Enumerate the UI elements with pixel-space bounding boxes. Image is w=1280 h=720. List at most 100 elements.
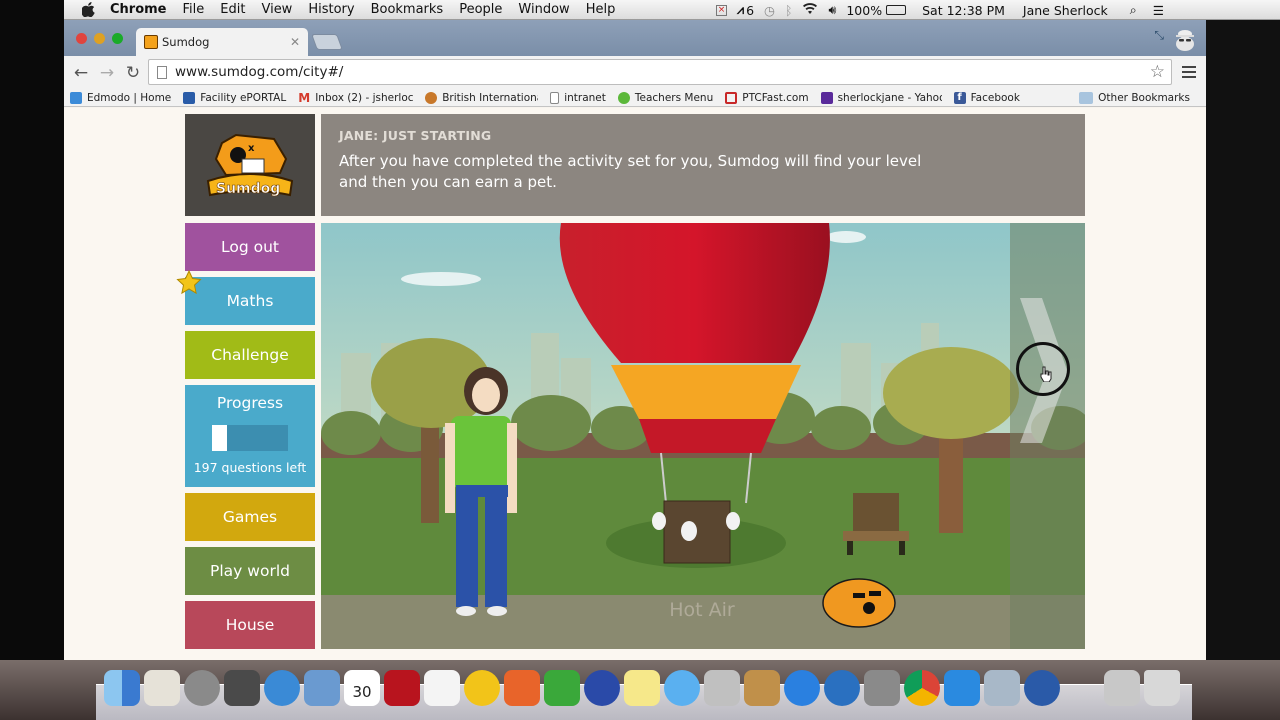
bluetooth-icon[interactable]: ᛒ bbox=[785, 3, 793, 18]
chrome-menu-icon[interactable] bbox=[1182, 66, 1196, 78]
folder-icon bbox=[1079, 92, 1094, 104]
stickies-icon[interactable] bbox=[624, 670, 660, 706]
challenge-button[interactable]: Challenge bbox=[185, 331, 315, 379]
facetime-icon[interactable] bbox=[704, 670, 740, 706]
tab-close-icon[interactable]: ✕ bbox=[290, 35, 300, 49]
mail-icon[interactable] bbox=[304, 670, 340, 706]
school-crest-icon bbox=[425, 92, 438, 104]
menu-window[interactable]: Window bbox=[518, 2, 569, 17]
video-letterbox-left bbox=[0, 0, 64, 720]
svg-text:x: x bbox=[248, 143, 255, 154]
bookmark-yahoo-mail[interactable]: sherlockjane - Yahoo bbox=[820, 92, 942, 104]
adobe-count: 6 bbox=[746, 2, 755, 18]
menu-bookmarks[interactable]: Bookmarks bbox=[371, 2, 444, 17]
finder-icon[interactable] bbox=[104, 670, 140, 706]
status-close-icon[interactable]: × bbox=[716, 4, 728, 16]
play-world-scene[interactable]: Hot Air bbox=[321, 223, 1085, 649]
logout-button[interactable]: Log out bbox=[185, 223, 315, 271]
bookmark-intranet[interactable]: intranet bbox=[550, 92, 606, 104]
bookmark-star-icon[interactable]: ☆ bbox=[1150, 62, 1165, 82]
tab-strip: Sumdog ✕ ⤡ bbox=[64, 20, 1206, 56]
zoom-window-button[interactable] bbox=[112, 33, 123, 44]
sumdog-logo[interactable]: x Sumdog bbox=[185, 114, 315, 216]
menu-history[interactable]: History bbox=[308, 2, 354, 17]
bookmark-facebook[interactable]: f Facebook bbox=[953, 92, 1020, 104]
word-icon[interactable] bbox=[944, 670, 980, 706]
photo-booth-icon[interactable] bbox=[384, 670, 420, 706]
reload-button[interactable]: ↻ bbox=[122, 62, 144, 84]
edmodo-icon bbox=[70, 92, 82, 104]
preview-icon[interactable] bbox=[144, 670, 180, 706]
audacity-icon[interactable] bbox=[584, 670, 620, 706]
app-store-icon[interactable] bbox=[784, 670, 820, 706]
calendar-icon[interactable]: 30 bbox=[344, 670, 380, 706]
close-window-button[interactable] bbox=[76, 33, 87, 44]
progress-panel[interactable]: Progress 197 questions left bbox=[185, 385, 315, 487]
chrome-icon[interactable] bbox=[904, 670, 940, 706]
page-icon bbox=[157, 65, 167, 79]
notification-center-icon[interactable]: ☰ bbox=[1153, 3, 1164, 18]
hand-cursor-icon bbox=[1040, 366, 1052, 382]
minimize-window-button[interactable] bbox=[94, 33, 105, 44]
bookmark-facility-eportal[interactable]: Facility ePORTAL bbox=[183, 92, 286, 104]
battery-icon[interactable] bbox=[886, 5, 907, 15]
fullscreen-icon[interactable]: ⤡ bbox=[1154, 28, 1164, 43]
spotlight-icon[interactable]: ⌕ bbox=[1130, 2, 1137, 18]
next-scene-button[interactable] bbox=[1010, 223, 1085, 649]
new-tab-button[interactable] bbox=[311, 34, 343, 50]
forward-button[interactable]: → bbox=[96, 62, 118, 84]
incognito-icon bbox=[1176, 30, 1194, 51]
adobe-icon[interactable]: ⩘ bbox=[737, 2, 744, 18]
excel-icon[interactable] bbox=[544, 670, 580, 706]
time-machine-icon[interactable]: ◷ bbox=[764, 3, 775, 18]
bookmark-teachers-menu[interactable]: Teachers Menu bbox=[617, 92, 713, 104]
frog-icon bbox=[617, 92, 630, 104]
outlook-icon[interactable] bbox=[464, 670, 500, 706]
menu-help[interactable]: Help bbox=[586, 2, 616, 17]
menu-people[interactable]: People bbox=[459, 2, 502, 17]
system-preferences-icon[interactable] bbox=[864, 670, 900, 706]
menu-file[interactable]: File bbox=[183, 2, 205, 17]
tab-sumdog[interactable]: Sumdog ✕ bbox=[136, 28, 308, 56]
sumdog-favicon bbox=[144, 35, 158, 49]
browser-toolbar: ← → ↻ www.sumdog.com/city#/ ☆ bbox=[64, 56, 1206, 90]
star-icon bbox=[176, 269, 202, 295]
games-button[interactable]: Games bbox=[185, 493, 315, 541]
house-button[interactable]: House bbox=[185, 601, 315, 649]
reminders-icon[interactable] bbox=[424, 670, 460, 706]
volume-icon[interactable]: 🔊︎ bbox=[828, 2, 836, 18]
play-world-button[interactable]: Play world bbox=[185, 547, 315, 595]
bookmark-other-bookmarks[interactable]: Other Bookmarks bbox=[1079, 92, 1190, 104]
chrome-window: Sumdog ✕ ⤡ ← → ↻ www.sumdog.com/city#/ ☆… bbox=[64, 20, 1206, 660]
maths-button[interactable]: Maths bbox=[185, 277, 315, 325]
menu-view[interactable]: View bbox=[261, 2, 292, 17]
powerpoint-icon[interactable] bbox=[504, 670, 540, 706]
apple-menu-icon[interactable] bbox=[80, 2, 96, 18]
ichat-icon[interactable] bbox=[824, 670, 860, 706]
wifi-icon[interactable] bbox=[802, 2, 818, 18]
bookmark-ptcfast[interactable]: PTCFast.com bbox=[725, 92, 809, 104]
bookmark-gmail-inbox[interactable]: M Inbox (2) - jsherlock bbox=[298, 92, 413, 104]
quicktime-icon[interactable] bbox=[1024, 670, 1060, 706]
bookmark-british-international[interactable]: British International bbox=[425, 92, 538, 104]
image-capture-icon[interactable] bbox=[984, 670, 1020, 706]
trash-icon[interactable] bbox=[1144, 670, 1180, 706]
ptc-icon bbox=[725, 92, 738, 104]
url-text[interactable]: www.sumdog.com/city#/ bbox=[175, 64, 343, 80]
downloads-stack-icon[interactable] bbox=[1104, 670, 1140, 706]
questions-left: 197 questions left bbox=[193, 460, 307, 475]
clock[interactable]: Sat 12:38 PM bbox=[922, 3, 1005, 18]
launchpad-icon[interactable] bbox=[184, 670, 220, 706]
cloud bbox=[401, 272, 481, 286]
messages-icon[interactable] bbox=[664, 670, 700, 706]
menu-chrome[interactable]: Chrome bbox=[110, 2, 167, 17]
menu-edit[interactable]: Edit bbox=[220, 2, 245, 17]
back-button[interactable]: ← bbox=[70, 62, 92, 84]
mission-control-icon[interactable] bbox=[224, 670, 260, 706]
progress-label: Progress bbox=[216, 394, 284, 412]
bookmark-edmodo[interactable]: Edmodo | Home bbox=[70, 92, 171, 104]
user-name[interactable]: Jane Sherlock bbox=[1023, 3, 1108, 18]
safari-icon[interactable] bbox=[264, 670, 300, 706]
address-bar[interactable]: www.sumdog.com/city#/ ☆ bbox=[148, 59, 1172, 85]
iphoto-icon[interactable] bbox=[744, 670, 780, 706]
